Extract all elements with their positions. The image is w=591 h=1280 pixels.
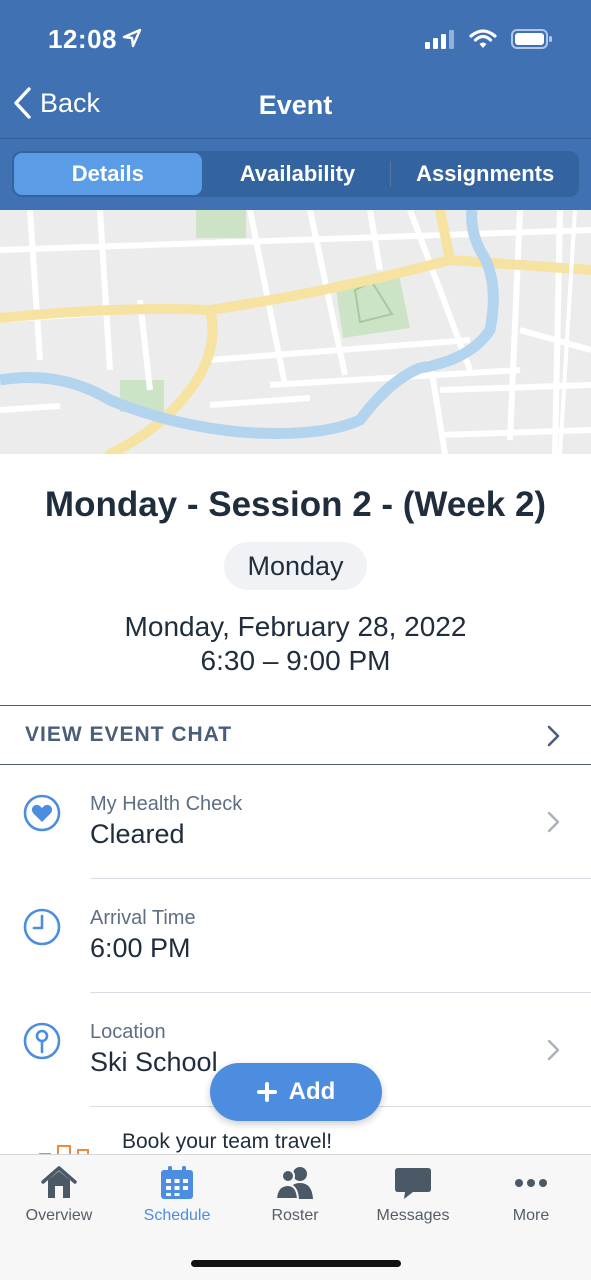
page-title: Event	[258, 90, 333, 120]
event-date: Monday, February 28, 2022	[124, 611, 467, 642]
status-time: 12:08	[48, 24, 117, 54]
home-icon	[41, 1166, 77, 1198]
event-time-range: 6:30 – 9:00 PM	[200, 645, 391, 676]
tab-overview-label: Overview	[25, 1207, 93, 1224]
day-badge: Monday	[224, 542, 367, 590]
tab-more-label: More	[512, 1207, 550, 1224]
tab-roster[interactable]: Roster	[240, 1165, 350, 1225]
home-indicator	[191, 1260, 401, 1267]
more-icon	[515, 1179, 547, 1187]
clock-icon	[23, 908, 61, 946]
segmented-control-bar: Details Availability Assignments	[0, 138, 591, 210]
chevron-right-icon	[547, 725, 560, 747]
view-event-chat-button[interactable]: VIEW EVENT CHAT	[0, 705, 591, 765]
location-map[interactable]	[0, 210, 591, 454]
location-label: Location	[90, 1021, 166, 1043]
tab-more[interactable]: More	[476, 1165, 586, 1225]
arrival-time-value: 6:00 PM	[90, 933, 191, 963]
map-illustration	[0, 210, 591, 454]
tab-schedule[interactable]: Schedule	[122, 1165, 232, 1225]
event-title: Monday - Session 2 - (Week 2)	[44, 485, 547, 524]
heart-icon	[23, 794, 61, 832]
arrival-time-label: Arrival Time	[90, 907, 196, 929]
chat-bubble-icon	[395, 1168, 431, 1199]
tab-overview[interactable]: Overview	[4, 1165, 114, 1225]
event-datetime: Monday, February 28, 2022 6:30 – 9:00 PM	[0, 610, 591, 678]
wifi-icon	[469, 29, 497, 48]
tab-messages-label: Messages	[376, 1207, 450, 1224]
health-check-row[interactable]: My Health Check Cleared	[0, 765, 591, 879]
view-event-chat-label: VIEW EVENT CHAT	[25, 723, 233, 746]
add-button-label: Add	[288, 1078, 336, 1105]
location-value: Ski School	[90, 1047, 218, 1077]
chevron-right-icon	[547, 1039, 560, 1061]
segmented-control: Details Availability Assignments	[12, 151, 579, 197]
plus-icon	[256, 1082, 277, 1102]
add-button[interactable]: Add	[210, 1063, 382, 1121]
tab-messages[interactable]: Messages	[358, 1165, 468, 1225]
battery-icon	[511, 29, 552, 49]
tab-schedule-label: Schedule	[143, 1207, 211, 1224]
calendar-icon	[161, 1166, 193, 1199]
tab-assignments[interactable]: Assignments	[391, 151, 579, 197]
arrival-time-row: Arrival Time 6:00 PM	[0, 879, 591, 993]
pin-icon	[23, 1022, 61, 1060]
tab-details-label: Details	[71, 161, 144, 186]
location-arrow-icon	[122, 28, 142, 48]
status-bar: 12:08	[0, 0, 591, 80]
navigation-bar: Back Event	[0, 80, 591, 138]
tab-availability[interactable]: Availability	[204, 151, 392, 197]
chevron-right-icon	[547, 811, 560, 833]
tab-roster-label: Roster	[271, 1207, 319, 1224]
tab-details[interactable]: Details	[14, 153, 202, 195]
people-icon	[275, 1167, 313, 1200]
cellular-signal-icon	[425, 30, 454, 49]
tab-assignments-label: Assignments	[416, 161, 555, 186]
tab-availability-label: Availability	[239, 161, 356, 186]
team-travel-text: Book your team travel!	[122, 1130, 333, 1153]
health-check-label: My Health Check	[90, 793, 243, 815]
health-check-value: Cleared	[90, 819, 185, 849]
